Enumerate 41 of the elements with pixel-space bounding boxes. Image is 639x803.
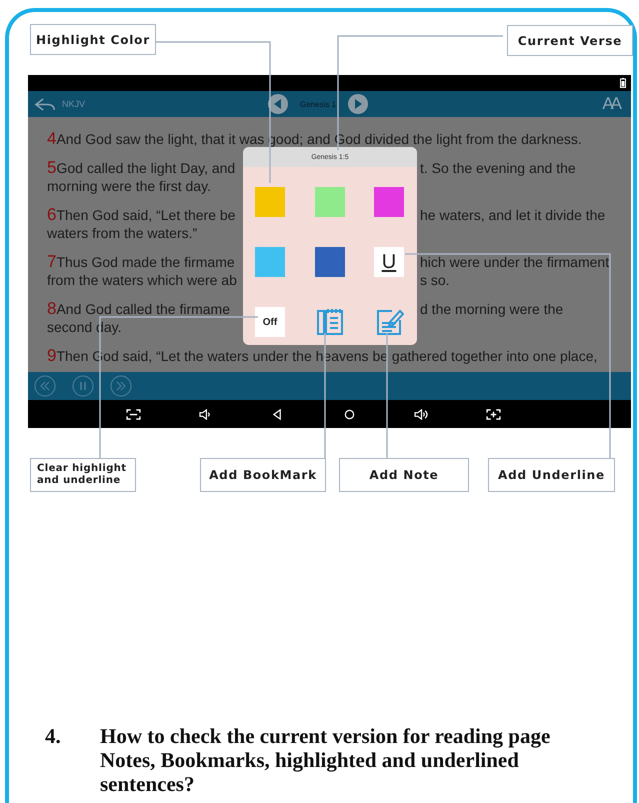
- next-chapter-icon[interactable]: [348, 94, 368, 114]
- screenshot-icon[interactable]: [126, 408, 141, 420]
- question-number: 4.: [45, 724, 62, 750]
- clear-button[interactable]: Off: [255, 307, 285, 337]
- chapter-title: Genesis 1: [300, 100, 336, 108]
- callout-label: Highlight Color: [30, 24, 156, 55]
- fast-forward-icon[interactable]: [110, 375, 132, 397]
- verse-text: t. So the evening and the: [420, 159, 577, 177]
- callout-label: Add BookMark: [200, 458, 326, 492]
- home-icon[interactable]: [342, 408, 357, 420]
- verse-text: hich were under the firmament: [420, 253, 610, 271]
- verse-text: 6Then God said, “Let there be: [47, 206, 236, 224]
- verse-text: 8And God called the firmame: [47, 300, 230, 318]
- callout-label: Clear highlight and underline: [30, 458, 136, 492]
- callout-label: Add Underline: [488, 458, 615, 492]
- verse-text: d the morning were the: [420, 300, 564, 318]
- verse-text: 5God called the light Day, and: [47, 159, 236, 177]
- underline-button[interactable]: U: [374, 247, 404, 277]
- rewind-icon[interactable]: [34, 375, 56, 397]
- color-swatch[interactable]: [255, 247, 285, 277]
- expand-icon[interactable]: [486, 408, 501, 420]
- callout-label: Current Verse: [507, 25, 633, 56]
- battery-icon: [620, 78, 626, 88]
- callout-label: Add Note: [339, 458, 469, 492]
- color-swatch[interactable]: [255, 187, 285, 217]
- volume-up-icon[interactable]: [414, 408, 429, 420]
- verse-text: waters from the waters.”: [47, 224, 198, 242]
- previous-chapter-icon[interactable]: [268, 94, 288, 114]
- verse-text: from the waters which were ab: [47, 271, 237, 289]
- color-swatch[interactable]: [314, 187, 344, 217]
- verse-text: morning were the first day.: [47, 177, 211, 195]
- note-edit-icon[interactable]: [374, 307, 404, 337]
- bookmark-icon[interactable]: [314, 307, 344, 337]
- color-swatch[interactable]: [314, 247, 344, 277]
- color-swatch[interactable]: [374, 187, 404, 217]
- verse-text: he waters, and let it divide the: [420, 206, 606, 224]
- verse-text: s so.: [420, 271, 451, 289]
- back-arrow-icon[interactable]: [34, 96, 56, 112]
- verse-text: 7Thus God made the firmame: [47, 253, 235, 271]
- question-text: How to check the current version for reading page Notes, Bookmarks, highlighted and underlined sentences?: [100, 724, 552, 796]
- pause-icon[interactable]: [72, 375, 94, 397]
